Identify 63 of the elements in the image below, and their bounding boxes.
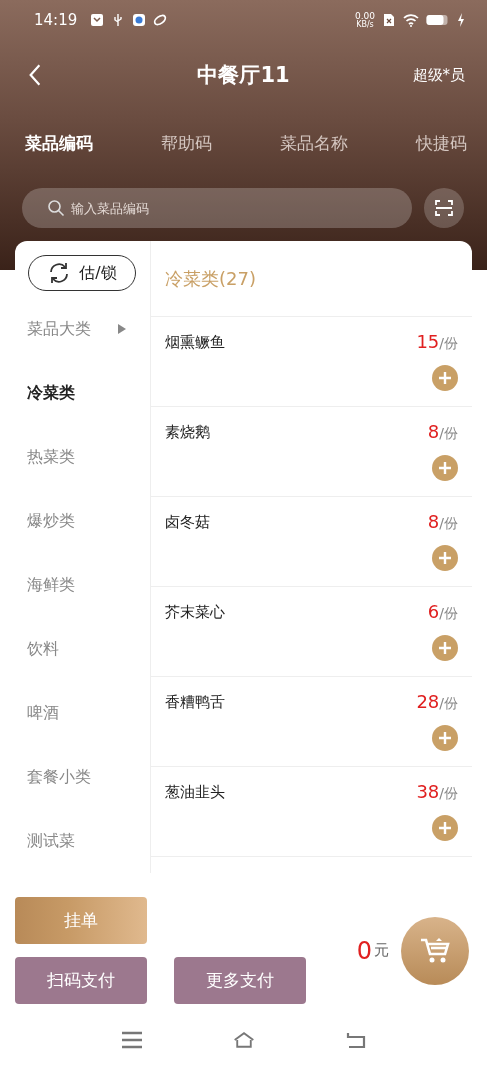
dish-price: 38 (416, 781, 440, 802)
sim-icon (382, 13, 396, 27)
home-icon[interactable] (232, 1031, 255, 1049)
dish-price: 8 (427, 511, 440, 532)
tab[interactable]: 帮助码 (161, 131, 212, 155)
scan-icon (434, 198, 454, 218)
category-group[interactable]: 菜品大类 (27, 318, 91, 340)
tab[interactable]: 菜品名称 (280, 131, 348, 155)
category-item[interactable]: 套餐小类 (27, 766, 91, 788)
battery-icon (426, 14, 450, 26)
mail-icon (90, 13, 105, 27)
category-item[interactable]: 测试菜 (27, 830, 75, 852)
scan-button[interactable] (424, 188, 464, 228)
add-icon[interactable] (432, 365, 458, 391)
hold-order-button[interactable]: 挂单 (15, 897, 147, 944)
tab[interactable]: 快捷码 (416, 131, 467, 155)
network-speed: 0.00 (354, 11, 375, 21)
currency-label: 元 (374, 941, 389, 960)
payment-button[interactable]: 更多支付 (174, 957, 306, 1004)
dish-name: 葱油韭头 (165, 782, 225, 802)
price-unit: /份 (439, 605, 458, 623)
triangle-icon (118, 324, 126, 334)
search-icon (47, 199, 65, 217)
user-name: 超级*员 (412, 65, 465, 85)
price-unit: /份 (439, 785, 458, 803)
cart-icon (420, 936, 450, 965)
category-item[interactable]: 饮料 (27, 638, 59, 660)
dish-price: 8 (427, 421, 440, 442)
dish-name: 烟熏鳜鱼 (165, 332, 225, 352)
add-icon[interactable] (432, 815, 458, 841)
add-icon[interactable] (432, 455, 458, 481)
category-item[interactable]: 啤酒 (27, 702, 59, 724)
price-unit: /份 (439, 335, 458, 353)
dish-price: 28 (416, 691, 440, 712)
dish-name: 素烧鹅 (165, 422, 210, 442)
price-unit: /份 (439, 515, 458, 533)
category-item[interactable]: 冷菜类 (27, 382, 75, 404)
app-icon (132, 13, 147, 27)
network-unit: KB/s (356, 20, 374, 29)
charging-icon (457, 13, 465, 27)
page-title: 中餐厅11 (197, 62, 290, 89)
back-nav-icon[interactable] (344, 1031, 367, 1049)
wifi-icon (403, 13, 419, 27)
dish-name: 卤冬菇 (165, 512, 210, 532)
dish-price: 15 (416, 331, 440, 352)
dish-price: 6 (427, 601, 440, 622)
menu-icon[interactable] (120, 1031, 143, 1049)
price-unit: /份 (439, 695, 458, 713)
dish-name: 芥末菜心 (165, 602, 225, 622)
total-amount: 0 (356, 936, 372, 965)
add-icon[interactable] (432, 545, 458, 571)
clock-time: 14:19 (34, 11, 78, 29)
add-icon[interactable] (432, 635, 458, 661)
payment-button[interactable]: 扫码支付 (15, 957, 147, 1004)
add-icon[interactable] (432, 725, 458, 751)
dish-name: 香糟鸭舌 (165, 692, 225, 712)
tab[interactable]: 菜品编码 (25, 131, 93, 155)
category-heading: 冷菜类(27) (165, 266, 256, 291)
price-unit: /份 (439, 425, 458, 443)
back-icon[interactable] (28, 63, 42, 87)
category-item[interactable]: 爆炒类 (27, 510, 75, 532)
category-item[interactable]: 热菜类 (27, 446, 75, 468)
category-item[interactable]: 海鲜类 (27, 574, 75, 596)
